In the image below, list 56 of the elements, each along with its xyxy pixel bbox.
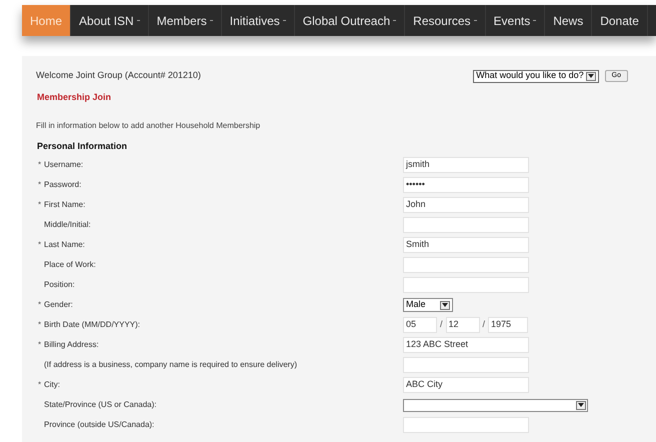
month-field[interactable]: 05 bbox=[403, 317, 437, 333]
field-label: Middle/Initial: bbox=[44, 219, 91, 231]
nav-tab[interactable]: About ISN bbox=[71, 5, 149, 36]
required-mark: * bbox=[38, 240, 42, 249]
nav-tab[interactable]: Global Outreach bbox=[294, 5, 406, 36]
year-field[interactable]: 1975 bbox=[488, 317, 528, 333]
gender-select[interactable]: Male bbox=[403, 298, 453, 312]
text-field[interactable]: John bbox=[403, 197, 529, 213]
field-label: Last Name: bbox=[44, 239, 85, 251]
nav-tab[interactable]: Events bbox=[486, 5, 546, 36]
field-label: Position: bbox=[44, 279, 75, 291]
text-field[interactable] bbox=[403, 217, 529, 233]
page-title: Membership Join bbox=[36, 91, 112, 104]
action-select[interactable]: What would you like to do? bbox=[473, 70, 599, 82]
nav-tab[interactable]: Donate bbox=[592, 5, 648, 36]
section-title: Personal Information bbox=[36, 140, 128, 152]
dropdown-arrow-icon bbox=[576, 400, 586, 410]
text-field[interactable] bbox=[403, 257, 529, 273]
nav-tab[interactable]: Resources bbox=[405, 5, 486, 36]
text-field[interactable] bbox=[403, 357, 529, 373]
text-field[interactable]: Smith bbox=[403, 237, 529, 253]
required-mark: * bbox=[38, 320, 42, 329]
field-label: Billing Address: bbox=[44, 339, 99, 351]
required-mark: * bbox=[38, 180, 42, 189]
intro-text: Fill in information below to add another Household Membership bbox=[36, 120, 262, 132]
nav-tab[interactable]: Members bbox=[148, 5, 222, 36]
text-field[interactable] bbox=[403, 417, 529, 433]
nav-tab[interactable]: News bbox=[545, 5, 592, 36]
required-mark: * bbox=[38, 300, 42, 309]
text-field[interactable] bbox=[403, 277, 529, 293]
date-separator: / bbox=[482, 318, 486, 332]
date-separator: / bbox=[440, 318, 443, 332]
required-mark: * bbox=[38, 380, 42, 389]
dropdown-arrow-icon bbox=[586, 72, 596, 80]
text-field[interactable]: ABC City bbox=[403, 377, 529, 393]
required-mark: * bbox=[38, 340, 42, 349]
field-label: Password: bbox=[44, 179, 82, 191]
field-label: (If address is a business, company name is required to ensure delivery) bbox=[44, 359, 298, 371]
day-field[interactable]: 12 bbox=[446, 317, 480, 333]
text-field[interactable]: 123 ABC Street bbox=[403, 337, 529, 353]
field-label: Username: bbox=[44, 159, 84, 171]
field-label: Gender: bbox=[44, 299, 73, 311]
field-label: State/Province (US or Canada): bbox=[44, 399, 156, 411]
field-label: Birth Date (MM/DD/YYYY): bbox=[44, 319, 140, 331]
text-field[interactable]: jsmith bbox=[403, 157, 529, 173]
field-label: First Name: bbox=[44, 199, 86, 211]
required-mark: * bbox=[38, 160, 42, 169]
password-field[interactable]: •••••• bbox=[403, 177, 529, 193]
field-label: Place of Work: bbox=[44, 259, 96, 271]
dropdown-arrow-icon bbox=[440, 300, 450, 310]
state-select[interactable] bbox=[403, 398, 588, 412]
field-label: City: bbox=[44, 379, 60, 391]
welcome-text: Welcome Joint Group (Account# 201210) bbox=[36, 69, 201, 82]
required-mark: * bbox=[38, 200, 42, 209]
nav-tab[interactable]: Initiatives bbox=[222, 5, 295, 36]
field-label: Province (outside US/Canada): bbox=[44, 419, 154, 431]
